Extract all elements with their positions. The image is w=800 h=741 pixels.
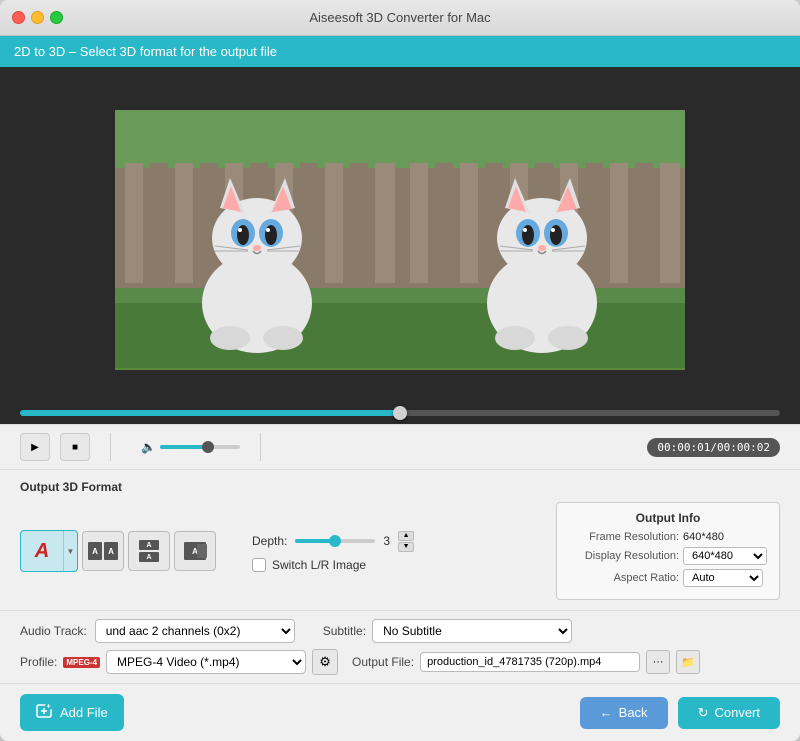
depth-label: Depth: xyxy=(252,534,287,548)
instruction-bar: 2D to 3D – Select 3D format for the outp… xyxy=(0,36,800,67)
split-format-button[interactable]: A xyxy=(174,531,216,571)
stop-icon: ■ xyxy=(72,442,78,453)
window-title: Aiseesoft 3D Converter for Mac xyxy=(309,10,490,25)
output-info-title: Output Info xyxy=(569,511,767,525)
volume-thumb xyxy=(202,441,214,453)
instruction-text: 2D to 3D – Select 3D format for the outp… xyxy=(14,44,277,59)
display-resolution-label: Display Resolution: xyxy=(569,550,679,562)
divider-2 xyxy=(260,433,261,461)
output-info-panel: Output Info Frame Resolution: 640*480 Di… xyxy=(556,502,780,600)
video-container xyxy=(115,110,685,370)
frame-resolution-value: 640*480 xyxy=(683,531,724,543)
video-frame-left xyxy=(115,110,400,370)
anaglyph-dropdown-arrow[interactable]: ▼ xyxy=(63,531,77,571)
side-by-side-format-button[interactable]: A A xyxy=(82,531,124,571)
divider-1 xyxy=(110,433,111,461)
bottom-settings: Audio Track: und aac 2 channels (0x2) Su… xyxy=(0,610,800,683)
back-label: Back xyxy=(619,705,648,720)
controls-bar: ▶ ■ 🔈 00:00:01/00:00:02 xyxy=(0,424,800,469)
video-frame-right xyxy=(400,110,685,370)
back-icon: ← xyxy=(600,705,613,720)
switch-lr-row: Switch L/R Image xyxy=(252,558,414,572)
volume-area: 🔈 xyxy=(141,440,240,454)
svg-text:+: + xyxy=(47,704,51,711)
subtitle-select[interactable]: No Subtitle xyxy=(372,619,572,643)
volume-slider[interactable] xyxy=(160,445,240,449)
audio-track-select[interactable]: und aac 2 channels (0x2) xyxy=(95,619,295,643)
display-resolution-select[interactable]: 640*480 1280*720 1920*1080 xyxy=(683,547,767,565)
depth-slider[interactable] xyxy=(295,539,375,543)
aspect-ratio-row: Aspect Ratio: Auto 4:3 16:9 xyxy=(569,569,767,587)
switch-lr-checkbox[interactable] xyxy=(252,558,266,572)
time-display: 00:00:01/00:00:02 xyxy=(647,438,780,457)
action-buttons: ← Back ↻ Convert xyxy=(580,697,780,729)
format-options: A ▼ A A xyxy=(20,530,216,572)
seek-bar-area xyxy=(0,402,800,424)
output-filename-display: production_id_4781735 (720p).mp4 xyxy=(420,652,640,672)
audio-track-label: Audio Track: xyxy=(20,624,87,638)
volume-icon: 🔈 xyxy=(141,440,156,454)
depth-increment[interactable]: ▲ xyxy=(398,531,414,541)
frame-resolution-row: Frame Resolution: 640*480 xyxy=(569,531,767,543)
profile-label: Profile: xyxy=(20,655,57,669)
ellipsis-icon: ··· xyxy=(653,656,664,668)
depth-thumb xyxy=(329,535,341,547)
close-button[interactable] xyxy=(12,11,25,24)
back-button[interactable]: ← Back xyxy=(580,697,668,729)
convert-label: Convert xyxy=(714,705,760,720)
add-file-label: Add File xyxy=(60,705,108,720)
profile-settings-button[interactable]: ⚙ xyxy=(312,649,338,675)
maximize-button[interactable] xyxy=(50,11,63,24)
frame-resolution-label: Frame Resolution: xyxy=(569,531,679,543)
output-format-area: Output 3D Format A ▼ A xyxy=(0,469,800,610)
convert-icon: ↻ xyxy=(698,705,709,721)
profile-output-row: Profile: MPEG-4 MPEG-4 Video (*.mp4) ⚙ O… xyxy=(20,649,780,675)
subtitle-row: Subtitle: No Subtitle xyxy=(323,619,572,643)
stop-button[interactable]: ■ xyxy=(60,433,90,461)
folder-icon: 📁 xyxy=(681,656,695,669)
seek-bar[interactable] xyxy=(20,410,780,416)
depth-decrement[interactable]: ▼ xyxy=(398,542,414,552)
gear-icon: ⚙ xyxy=(319,654,331,670)
top-bottom-format-button[interactable]: A A xyxy=(128,531,170,571)
aspect-ratio-select[interactable]: Auto 4:3 16:9 xyxy=(683,569,763,587)
action-bar: + Add File ← Back ↻ Convert xyxy=(0,683,800,741)
output-file-label: Output File: xyxy=(352,655,414,669)
depth-row: Depth: 3 ▲ ▼ xyxy=(252,531,414,552)
titlebar: Aiseesoft 3D Converter for Mac xyxy=(0,0,800,36)
convert-button[interactable]: ↻ Convert xyxy=(678,697,780,729)
depth-stepper[interactable]: ▲ ▼ xyxy=(398,531,414,552)
switch-lr-label: Switch L/R Image xyxy=(272,558,366,572)
add-file-button[interactable]: + Add File xyxy=(20,694,124,731)
app-window: Aiseesoft 3D Converter for Mac 2D to 3D … xyxy=(0,0,800,741)
audio-track-row: Audio Track: und aac 2 channels (0x2) Su… xyxy=(20,619,780,643)
subtitle-label: Subtitle: xyxy=(323,624,366,638)
depth-value: 3 xyxy=(383,534,390,548)
profile-icon: MPEG-4 xyxy=(63,657,100,668)
add-file-icon: + xyxy=(36,702,54,723)
aspect-ratio-label: Aspect Ratio: xyxy=(569,572,679,584)
output-file-folder-button[interactable]: 📁 xyxy=(676,650,700,674)
output-file-dots-button[interactable]: ··· xyxy=(646,650,670,674)
play-icon: ▶ xyxy=(31,442,39,453)
display-resolution-row: Display Resolution: 640*480 1280*720 192… xyxy=(569,547,767,565)
anaglyph-format-button[interactable]: A ▼ xyxy=(20,530,78,572)
play-button[interactable]: ▶ xyxy=(20,433,50,461)
seek-thumb xyxy=(393,406,407,420)
anaglyph-icon: A xyxy=(21,531,63,571)
mpeg-badge: MPEG-4 xyxy=(63,657,100,668)
minimize-button[interactable] xyxy=(31,11,44,24)
profile-select[interactable]: MPEG-4 Video (*.mp4) xyxy=(106,650,306,674)
output-format-label: Output 3D Format xyxy=(20,480,780,494)
depth-controls: Depth: 3 ▲ ▼ Switch L/R Image xyxy=(252,531,414,572)
format-row: A ▼ A A xyxy=(20,502,780,600)
traffic-lights xyxy=(12,11,63,24)
video-area xyxy=(0,67,800,402)
